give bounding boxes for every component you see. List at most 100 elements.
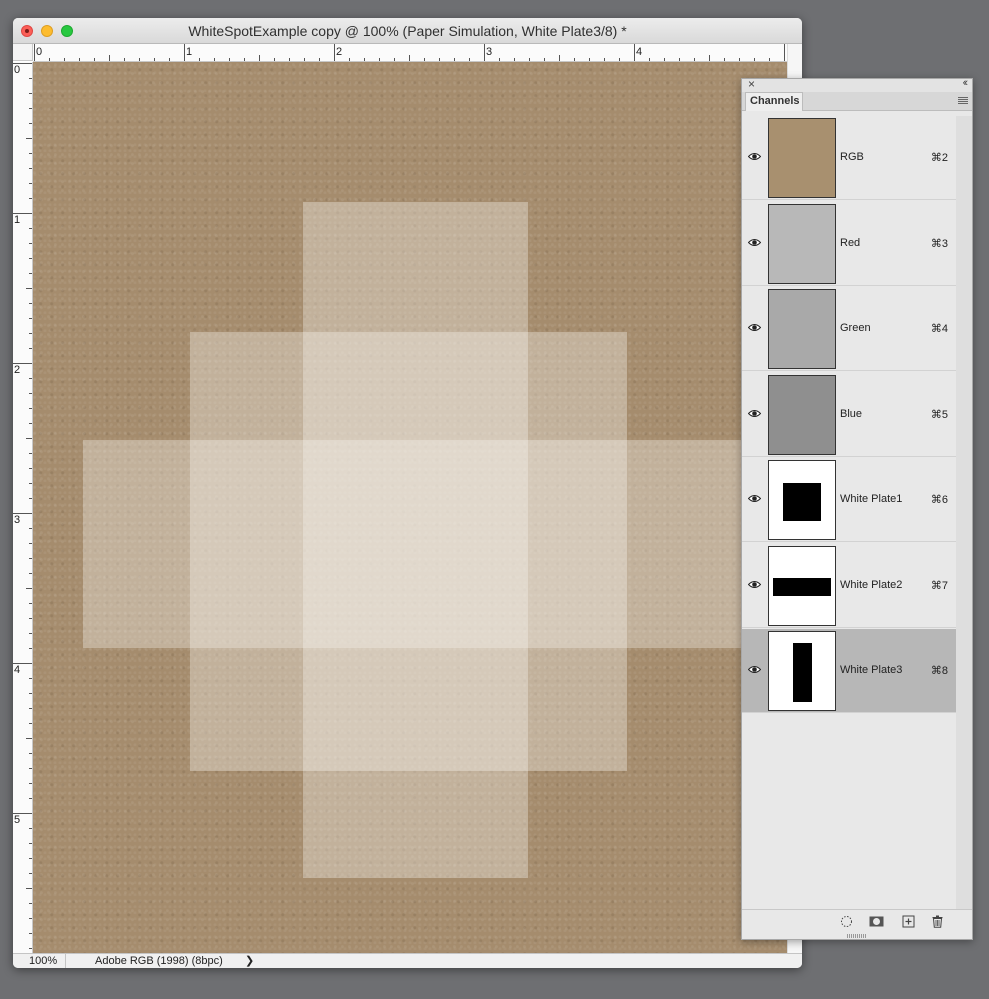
- channel-thumbnail[interactable]: [768, 289, 836, 369]
- channel-row[interactable]: RGB ⌘2: [742, 116, 956, 200]
- ruler-v-label: 5: [14, 814, 21, 826]
- document-profile[interactable]: Adobe RGB (1998) (8bpc): [95, 954, 223, 968]
- ruler-tick: [634, 44, 635, 61]
- ruler-tick: [26, 588, 32, 589]
- ruler-v-label: 3: [14, 514, 21, 526]
- ruler-tick: [769, 58, 770, 61]
- channel-row[interactable]: White Plate3 ⌘8: [742, 629, 956, 713]
- status-menu-arrow[interactable]: ❯: [245, 954, 254, 968]
- channel-shortcut: ⌘4: [930, 323, 948, 335]
- eye-icon[interactable]: [748, 492, 761, 505]
- channel-thumbnail[interactable]: [768, 374, 836, 455]
- ruler-tick: [334, 44, 335, 61]
- channel-shortcut: ⌘6: [930, 494, 948, 506]
- ruler-tick: [109, 55, 110, 61]
- ruler-tick: [29, 828, 32, 829]
- ruler-tick: [26, 888, 32, 889]
- eye-icon[interactable]: [748, 321, 761, 334]
- ruler-v-label: 1: [14, 214, 21, 226]
- ruler-tick: [29, 528, 32, 529]
- eye-icon[interactable]: [748, 663, 761, 676]
- ruler-tick: [29, 918, 32, 919]
- channel-row[interactable]: Green ⌘4: [742, 287, 956, 371]
- ruler-tick: [454, 58, 455, 61]
- ruler-tick: [289, 58, 290, 61]
- trash-icon[interactable]: [931, 915, 944, 928]
- channel-name: Red: [840, 236, 861, 249]
- ruler-tick: [29, 303, 32, 304]
- eye-icon[interactable]: [748, 407, 761, 420]
- ruler-tick: [29, 678, 32, 679]
- ruler-tick: [29, 543, 32, 544]
- panel-scrollbar[interactable]: [956, 116, 972, 909]
- ruler-tick: [349, 58, 350, 61]
- ruler-tick: [199, 58, 200, 61]
- ruler-v-label: 4: [14, 664, 21, 676]
- title-bar[interactable]: WhiteSpotExample copy @ 100% (Paper Simu…: [13, 18, 802, 44]
- channel-thumbnail[interactable]: [768, 203, 836, 284]
- eye-icon[interactable]: [748, 578, 761, 591]
- eye-icon[interactable]: [748, 236, 761, 249]
- channel-row[interactable]: White Plate2 ⌘7: [742, 544, 956, 628]
- ruler-tick: [29, 348, 32, 349]
- document-canvas[interactable]: [33, 62, 787, 953]
- ruler-tick: [29, 108, 32, 109]
- channel-name: White Plate2: [840, 578, 903, 591]
- ruler-tick: [379, 58, 380, 61]
- tab-channels[interactable]: Channels: [745, 92, 803, 111]
- ruler-h-label: 3: [486, 46, 493, 58]
- ruler-v-label: 2: [14, 364, 21, 376]
- load-selection-icon[interactable]: [840, 915, 853, 928]
- ruler-tick: [784, 44, 785, 61]
- ruler-tick: [694, 58, 695, 61]
- ruler-tick: [29, 948, 32, 949]
- panel-collapse-icon[interactable]: ‹‹: [963, 77, 969, 89]
- ruler-tick: [184, 44, 185, 61]
- ruler-tick: [319, 58, 320, 61]
- ruler-tick: [29, 378, 32, 379]
- ruler-tick: [544, 58, 545, 61]
- ruler-tick: [29, 858, 32, 859]
- eye-icon[interactable]: [748, 150, 761, 163]
- channel-shortcut: ⌘2: [930, 152, 948, 164]
- ruler-tick: [29, 198, 32, 199]
- ruler-tick: [739, 58, 740, 61]
- ruler-tick: [229, 58, 230, 61]
- ruler-tick: [754, 58, 755, 61]
- zoom-level-field[interactable]: 100%: [16, 954, 66, 968]
- ruler-tick: [154, 58, 155, 61]
- white-plate2-shape: [83, 440, 787, 648]
- channel-row[interactable]: Blue ⌘5: [742, 373, 956, 457]
- channel-thumbnail[interactable]: [768, 118, 836, 198]
- panel-header[interactable]: × ‹‹: [742, 77, 972, 92]
- channel-row[interactable]: White Plate1 ⌘6: [742, 458, 956, 542]
- panel-close-icon[interactable]: ×: [748, 77, 755, 91]
- ruler-tick: [29, 498, 32, 499]
- ruler-tick: [29, 753, 32, 754]
- status-bar: 100% Adobe RGB (1998) (8bpc) ❯: [13, 953, 802, 968]
- panel-resize-grip[interactable]: [847, 934, 867, 938]
- ruler-h-label: 4: [636, 46, 643, 58]
- channel-thumbnail[interactable]: [768, 545, 836, 626]
- ruler-tick: [304, 58, 305, 61]
- ruler-tick: [79, 58, 80, 61]
- channel-row[interactable]: Red ⌘3: [742, 202, 956, 286]
- ruler-tick: [29, 453, 32, 454]
- channel-thumbnail[interactable]: [768, 460, 836, 540]
- save-selection-icon[interactable]: [869, 915, 884, 928]
- ruler-tick: [574, 58, 575, 61]
- ruler-tick: [169, 58, 170, 61]
- ruler-tick: [664, 58, 665, 61]
- ruler-v-label: 0: [14, 64, 21, 76]
- horizontal-ruler[interactable]: 0 1 2 3 4: [33, 44, 787, 62]
- channel-shortcut: ⌘5: [930, 408, 948, 421]
- channel-shortcut: ⌘8: [930, 665, 948, 677]
- ruler-tick: [13, 63, 32, 64]
- new-channel-icon[interactable]: [902, 915, 915, 928]
- ruler-tick: [484, 44, 485, 61]
- panel-menu-icon[interactable]: [958, 97, 968, 105]
- ruler-tick: [559, 55, 560, 61]
- channel-thumbnail[interactable]: [768, 631, 836, 711]
- ruler-origin[interactable]: [13, 44, 33, 61]
- vertical-ruler[interactable]: 0 1 2 3 4 5: [13, 62, 33, 953]
